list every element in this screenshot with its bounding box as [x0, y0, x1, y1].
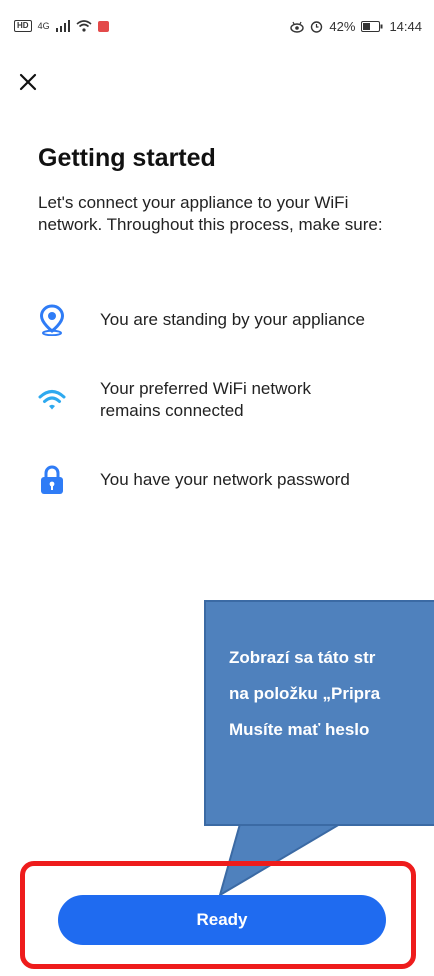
- requirement-item: You have your network password: [38, 464, 408, 496]
- battery-icon: [361, 21, 383, 32]
- eye-comfort-icon: [290, 21, 305, 33]
- clock: 14:44: [389, 19, 422, 34]
- requirement-item: You are standing by your appliance: [38, 304, 408, 336]
- alarm-icon: [311, 21, 323, 33]
- wifi-icon: [38, 384, 66, 416]
- lock-icon: [38, 464, 66, 496]
- status-bar-right: 42% 14:44: [290, 19, 422, 34]
- ready-button[interactable]: Ready: [58, 895, 386, 945]
- requirement-item: Your preferred WiFi network remains conn…: [38, 378, 408, 422]
- requirement-text: You are standing by your appliance: [100, 310, 365, 329]
- signal-icon: [55, 20, 70, 32]
- notification-app-icon: [97, 20, 109, 32]
- close-icon: [19, 73, 37, 91]
- page-title: Getting started: [38, 144, 216, 172]
- screen: HD 4G 42% 14:44 Getting started Let's co…: [0, 0, 434, 976]
- callout-text: Zobrazí sa táto str na položku „Pripra M…: [229, 640, 429, 748]
- wifi-status-icon: [76, 20, 92, 32]
- close-button[interactable]: [8, 62, 48, 102]
- location-pin-icon: [38, 304, 66, 336]
- status-bar: HD 4G 42% 14:44: [0, 0, 434, 56]
- status-bar-left: HD 4G: [14, 20, 109, 32]
- network-type: 4G: [37, 21, 50, 31]
- callout-line: Zobrazí sa táto str: [229, 648, 376, 667]
- callout-line: na položku „Pripra: [229, 684, 381, 703]
- requirement-text: You have your network password: [100, 470, 350, 489]
- hd-badge: HD: [14, 20, 32, 32]
- intro-text: Let's connect your appliance to your WiF…: [38, 193, 383, 234]
- battery-percent: 42%: [329, 19, 356, 34]
- requirement-text: Your preferred WiFi network remains conn…: [100, 379, 312, 420]
- callout-line: Musíte mať heslo: [229, 720, 370, 739]
